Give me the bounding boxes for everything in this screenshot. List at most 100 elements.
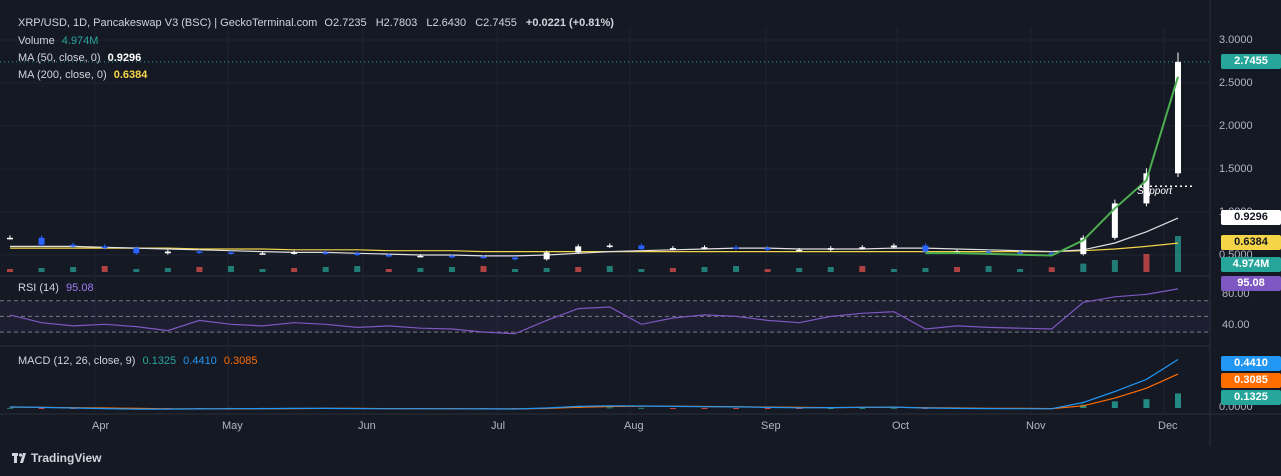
volume-bar [38,268,45,272]
volume-bar [859,266,866,272]
macd-hist-bar [669,408,676,409]
macd-hist-value: 0.1325 [142,355,177,367]
volume-bar [417,268,424,272]
volume-legend[interactable]: Volume 4.974M [18,35,102,47]
volume-bar [101,266,108,272]
volume-bar [7,269,13,272]
high-value: 2.7803 [383,17,418,29]
macd-legend[interactable]: MACD (12, 26, close, 9) 0.1325 0.4410 0.… [18,355,262,367]
candle-body [259,253,266,255]
x-tick: Oct [892,420,910,432]
price-tick: 2.0000 [1219,120,1253,132]
candle-body [38,237,45,245]
candle-body [985,251,992,254]
volume-bar [1143,254,1150,272]
volume-bar [164,268,171,272]
volume-bar [764,269,771,272]
x-tick: Jun [358,420,376,432]
x-tick: Dec [1158,420,1178,432]
x-tick: Apr [92,420,110,432]
change-value: +0.0221 (+0.81%) [525,17,614,29]
macd-hist-bar [1111,401,1118,408]
open-label: O [324,17,333,29]
candle-body [291,252,298,254]
volume-bar [196,267,203,272]
rsi-label: RSI (14) [18,282,59,294]
chart-canvas[interactable] [0,0,1281,476]
volume-bar [954,267,961,272]
candle-body [859,247,866,249]
volume-bar [606,266,613,272]
volume-bar [1048,267,1055,272]
volume-bar [385,269,392,272]
candle-body [764,248,771,250]
ma50-legend[interactable]: MA (50, close, 0) 0.9296 [18,52,145,64]
candle-body [796,249,803,252]
candle-body [448,255,455,258]
rsi-legend[interactable]: RSI (14) 95.08 [18,282,98,294]
candle-body [922,245,929,252]
volume-bar [1175,236,1181,272]
volume-tag: 4.974M [1221,257,1281,272]
chart-header: XRP/USD, 1D, Pancakeswap V3 (BSC) | Geck… [18,17,618,29]
volume-bar [543,268,550,272]
last-price-tag: 2.7455 [1221,54,1281,69]
support-annotation: Support [1137,186,1173,197]
macd-label: MACD (12, 26, close, 9) [18,355,136,367]
macd-hist-bar [38,408,45,409]
rsi-value: 95.08 [66,282,94,294]
close-label: C [475,17,484,29]
candle-body [480,256,487,259]
brand-label: TradingView [31,451,102,465]
ma50-line [10,217,1179,257]
macd-line-tag: 0.4410 [1221,356,1281,371]
tradingview-logo-icon [12,453,26,463]
x-tick: Nov [1026,420,1046,432]
volume-bar [669,268,676,272]
volume-bar [922,268,929,272]
candle-body [227,252,234,254]
volume-bar [638,269,645,272]
volume-bar [354,266,361,272]
macd-hist-bar [890,407,897,409]
macd-hist-bar [701,408,708,409]
candle-body [733,247,740,249]
volume-bar [890,269,897,272]
macd-hist-bar [859,407,866,409]
volume-bar [796,268,803,272]
low-value: 2.6430 [432,17,467,29]
volume-label: Volume [18,35,55,47]
volume-bar [985,266,992,272]
macd-signal-tag: 0.3085 [1221,373,1281,388]
macd-hist-bar [1175,393,1181,408]
volume-bar [448,267,455,272]
ma200-tag: 0.6384 [1221,235,1281,250]
candle-body [701,247,708,249]
volume-bar [512,269,519,272]
volume-bar [70,267,77,272]
candle-body [385,255,392,257]
volume-bar [701,267,708,272]
ma200-legend[interactable]: MA (200, close, 0) 0.6384 [18,69,151,81]
candle-body [512,257,519,260]
high-label: H [375,17,384,29]
ma50-label: MA (50, close, 0) [18,52,101,64]
tradingview-brand[interactable]: TradingView [12,451,101,465]
rsi-tag: 95.08 [1221,276,1281,291]
volume-bar [259,269,266,272]
ma50-value: 0.9296 [107,52,142,64]
candle-body [164,251,171,254]
volume-bar [480,266,487,272]
candle-body [890,245,897,248]
volume-value: 4.974M [61,35,99,47]
x-tick: Jul [491,420,506,432]
volume-bar [322,267,329,272]
low-label: L [426,17,433,29]
candle-body [133,248,140,254]
symbol-title[interactable]: XRP/USD, 1D, Pancakeswap V3 (BSC) | Geck… [18,17,317,29]
candle-body [827,248,834,250]
volume-bar [1111,260,1118,272]
candle-body [638,245,645,249]
macd-hist-bar [764,408,771,409]
candle-body [543,252,550,260]
